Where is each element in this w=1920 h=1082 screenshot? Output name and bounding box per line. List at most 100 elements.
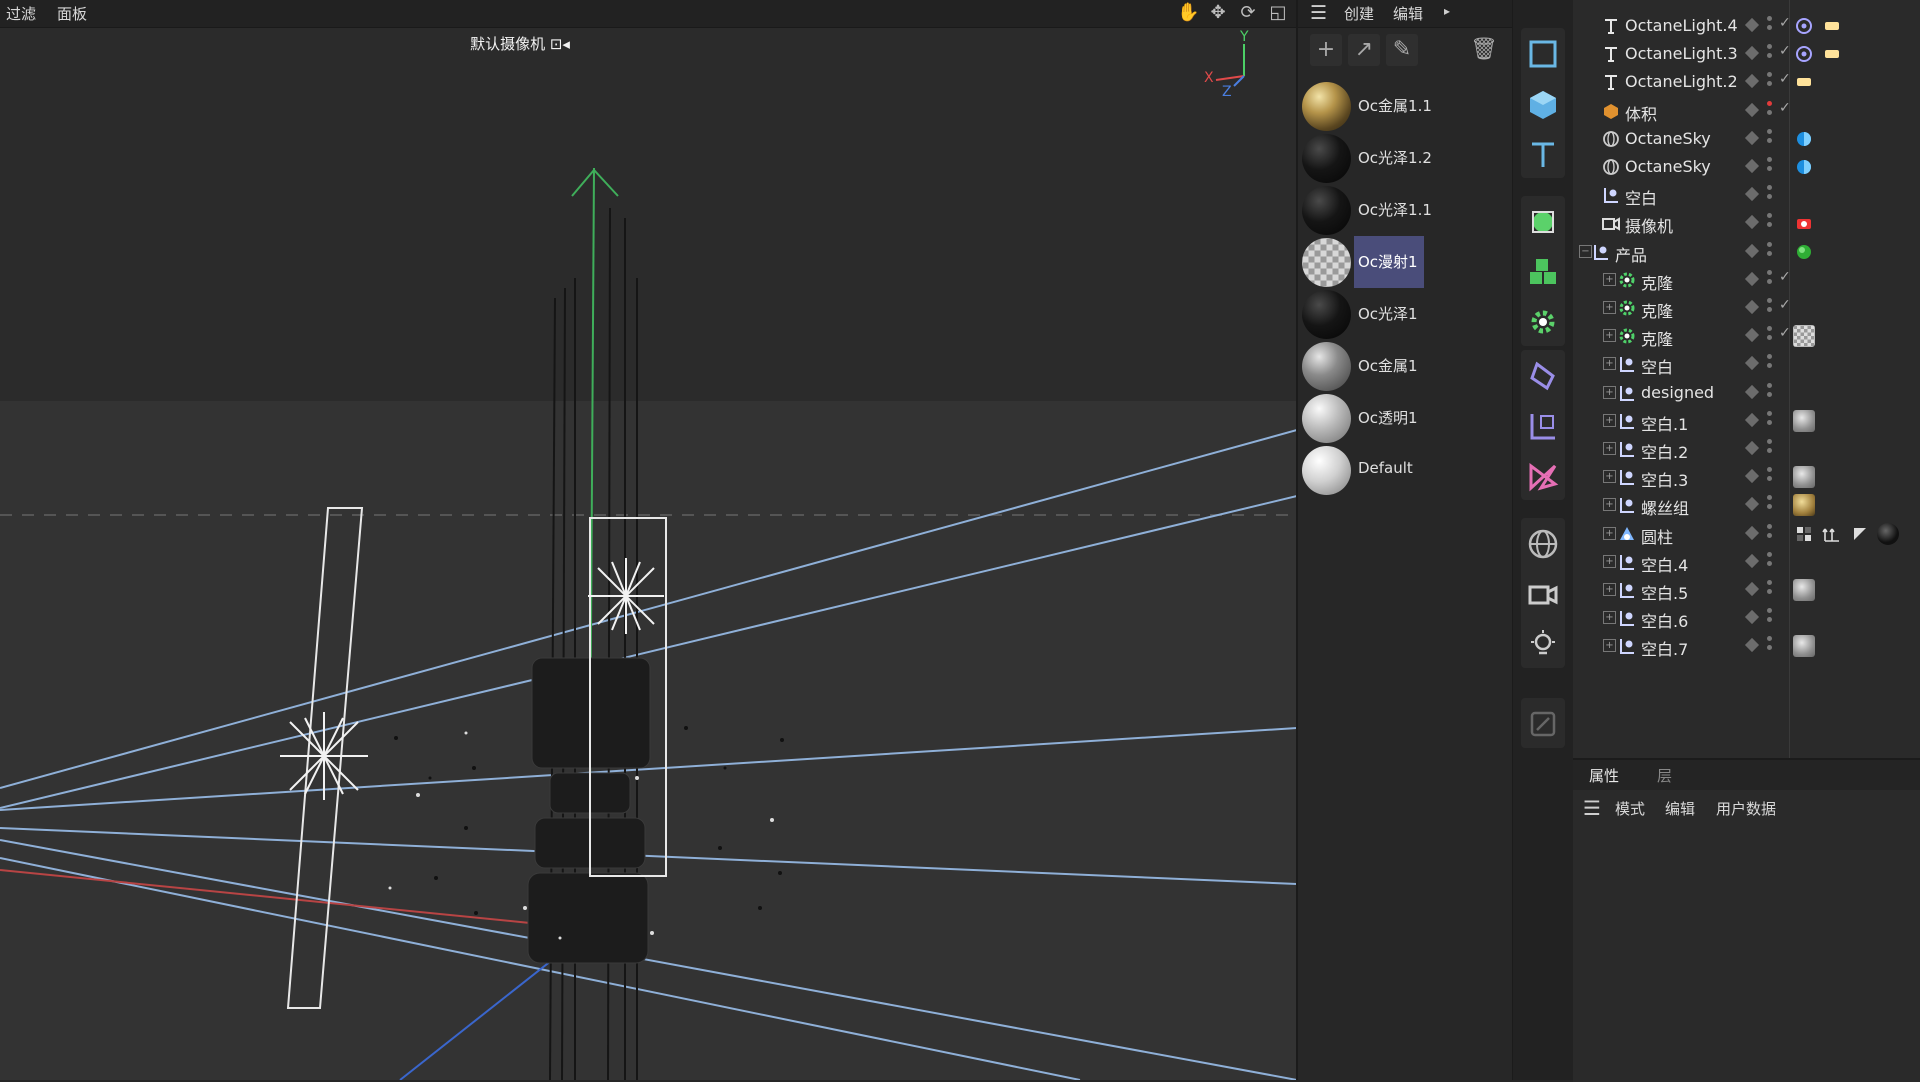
expand-toggle-icon[interactable]: + [1603, 442, 1616, 455]
layer-diamond-icon[interactable] [1744, 158, 1760, 174]
expand-toggle-icon[interactable]: + [1603, 272, 1616, 286]
greyball-tag-icon[interactable] [1793, 466, 1815, 489]
layer-diamond-icon[interactable] [1744, 215, 1760, 230]
square-icon[interactable] [1521, 30, 1565, 78]
object-name[interactable]: designed [1641, 383, 1714, 402]
checker-tag-icon[interactable] [1793, 325, 1815, 348]
menu-more-arrow-icon[interactable]: ▸ [1444, 4, 1450, 18]
expand-toggle-icon[interactable]: + [1603, 470, 1616, 484]
layer-diamond-icon[interactable] [1744, 610, 1760, 625]
maximize-icon[interactable]: ◱ [1267, 2, 1289, 24]
greyball-tag-icon[interactable] [1793, 579, 1815, 601]
deformer-icon[interactable] [1521, 352, 1565, 400]
layer-diamond-icon[interactable] [1744, 17, 1760, 33]
material-preview-ball[interactable] [1302, 342, 1351, 391]
visibility-dots-icon[interactable] [1767, 185, 1773, 205]
object-row[interactable]: OctaneLight.3 ✓ [1573, 40, 1920, 68]
object-row[interactable]: + 空白.6 [1573, 604, 1920, 632]
material-preview-ball[interactable] [1302, 446, 1351, 495]
menu-edit[interactable]: 编辑 [1393, 3, 1423, 24]
light-icon[interactable] [1521, 620, 1565, 668]
object-name[interactable]: 圆柱 [1641, 524, 1673, 548]
cloner-icon[interactable] [1521, 248, 1565, 296]
layer-diamond-icon[interactable] [1744, 581, 1760, 597]
material-name[interactable]: Default [1358, 459, 1413, 477]
material-name[interactable]: Oc光泽1 [1358, 303, 1418, 324]
material-name[interactable]: Oc光泽1.1 [1358, 199, 1432, 220]
visibility-dots-icon[interactable] [1767, 608, 1773, 628]
material-name[interactable]: Oc金属1.1 [1358, 95, 1432, 116]
enabled-check-icon[interactable]: ✓ [1779, 71, 1791, 87]
visibility-dots-icon[interactable] [1767, 72, 1773, 92]
object-row[interactable]: + 空白 [1573, 350, 1920, 378]
greyball-tag-icon[interactable] [1793, 409, 1815, 432]
object-row[interactable]: OctaneSky [1573, 153, 1920, 181]
layer-diamond-icon[interactable] [1744, 356, 1760, 371]
menu-edit[interactable]: 编辑 [1665, 798, 1695, 819]
object-name[interactable]: 产品 [1615, 242, 1647, 266]
menu-user-data[interactable]: 用户数据 [1716, 798, 1776, 819]
greyball-tag-icon[interactable] [1793, 635, 1815, 658]
viewport[interactable]: 过滤 面板 ✋ ✥ ⟳ ◱ 默认摄像机 ⊡◂ Y X Z [0, 0, 1297, 1080]
object-name[interactable]: 空白.4 [1641, 552, 1688, 576]
visibility-dots-icon[interactable] [1767, 523, 1773, 544]
material-item[interactable]: Oc光泽1.2 [1298, 132, 1512, 184]
lighttag-tag-icon[interactable] [1821, 15, 1843, 37]
expand-toggle-icon[interactable]: + [1603, 329, 1616, 343]
object-row[interactable]: OctaneLight.2 ✓ [1573, 68, 1920, 96]
expand-toggle-icon[interactable]: + [1603, 639, 1616, 653]
hand-icon[interactable]: ✋ [1177, 2, 1199, 24]
object-row[interactable]: + 空白.4 [1573, 548, 1920, 576]
object-row[interactable]: + 空白.5 [1573, 576, 1920, 604]
visibility-dots-icon[interactable] [1767, 354, 1773, 374]
paint-icon[interactable] [1521, 700, 1565, 748]
hamburger-menu-icon[interactable]: ☰ [1583, 796, 1601, 820]
expand-toggle-icon[interactable]: + [1603, 583, 1616, 596]
material-item[interactable]: Oc透明1 [1298, 392, 1512, 444]
visibility-dots-icon[interactable] [1767, 467, 1773, 487]
trash-icon[interactable]: 🗑 [1468, 34, 1500, 66]
material-preview-ball[interactable] [1302, 134, 1351, 183]
object-name[interactable]: 空白.5 [1641, 580, 1688, 604]
material-preview-ball[interactable] [1302, 238, 1351, 287]
move-icon[interactable]: ✥ [1207, 2, 1229, 24]
layer-diamond-icon[interactable] [1744, 638, 1760, 653]
object-name[interactable]: 体积 [1625, 101, 1657, 125]
expand-toggle-icon[interactable]: + [1603, 498, 1616, 512]
visibility-dots-icon[interactable] [1767, 16, 1773, 36]
layer-diamond-icon[interactable] [1744, 271, 1760, 286]
object-name[interactable]: 空白 [1625, 185, 1657, 209]
layer-diamond-icon[interactable] [1744, 243, 1760, 258]
layer-diamond-icon[interactable] [1744, 130, 1760, 145]
enabled-check-icon[interactable]: ✓ [1779, 43, 1791, 59]
material-item[interactable]: Oc光泽1.1 [1298, 184, 1512, 236]
layer-diamond-icon[interactable] [1744, 469, 1760, 484]
material-item[interactable]: Oc金属1 [1298, 340, 1512, 392]
object-name[interactable]: 克隆 [1641, 298, 1673, 322]
object-name[interactable]: 螺丝组 [1641, 495, 1689, 519]
expand-toggle-icon[interactable]: + [1603, 301, 1616, 314]
layer-diamond-icon[interactable] [1744, 412, 1760, 427]
visibility-dots-icon[interactable] [1767, 128, 1773, 149]
expand-toggle-icon[interactable]: + [1603, 526, 1616, 540]
expand-toggle-icon[interactable]: + [1603, 385, 1616, 399]
object-row[interactable]: + 空白.1 [1573, 407, 1920, 435]
object-name[interactable]: OctaneLight.4 [1625, 16, 1738, 35]
layer-diamond-icon[interactable] [1744, 384, 1760, 399]
cube-icon[interactable] [1521, 80, 1565, 128]
material-item[interactable]: Oc金属1.1 [1298, 80, 1512, 132]
sky-icon[interactable] [1521, 520, 1565, 568]
object-row[interactable]: 摄像机 [1573, 209, 1920, 237]
material-preview-ball[interactable] [1302, 186, 1351, 235]
skytag-tag-icon[interactable] [1793, 128, 1815, 150]
lighttag-tag-icon[interactable] [1793, 71, 1815, 93]
subdivision-icon[interactable] [1521, 198, 1565, 246]
material-item[interactable]: Default [1298, 444, 1512, 496]
text-icon[interactable] [1521, 130, 1565, 178]
expand-toggle-icon[interactable]: + [1603, 611, 1616, 625]
select-tag-icon[interactable] [1849, 523, 1871, 545]
arrow-icon[interactable]: ↗ [1348, 34, 1380, 66]
layer-diamond-icon[interactable] [1744, 497, 1760, 512]
goldball-tag-icon[interactable] [1793, 494, 1815, 517]
object-row[interactable]: + 空白.3 [1573, 463, 1920, 491]
